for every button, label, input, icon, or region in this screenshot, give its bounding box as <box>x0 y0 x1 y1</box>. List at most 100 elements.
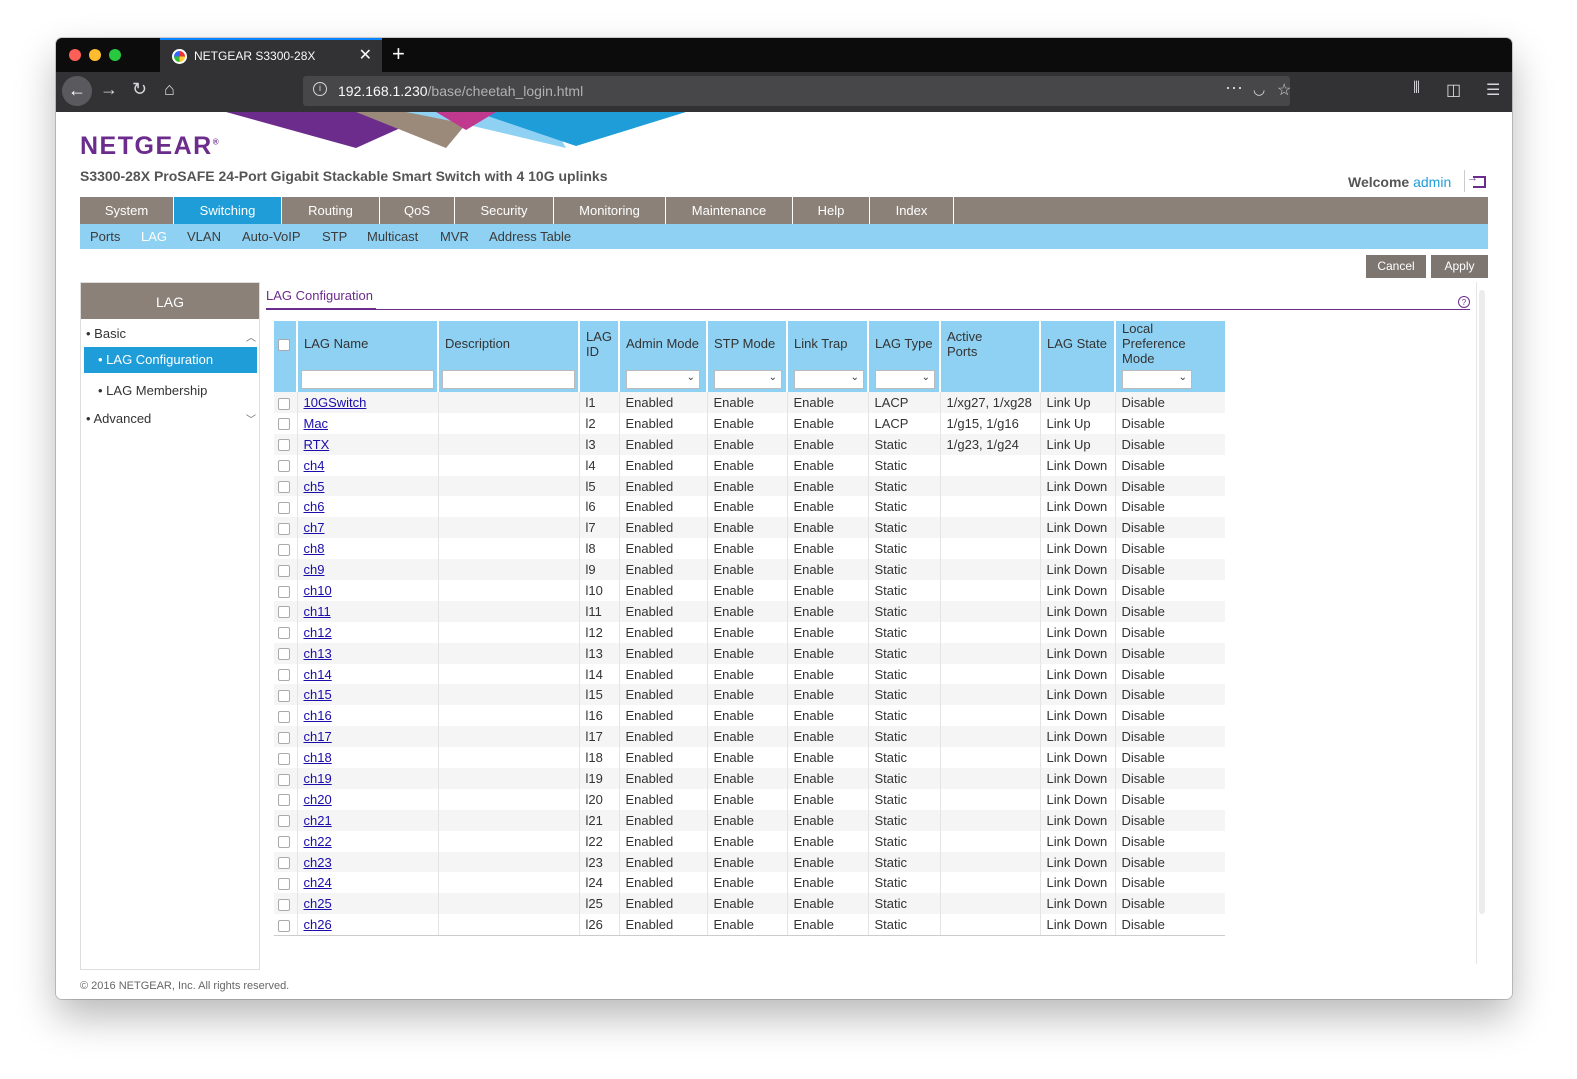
table-row[interactable]: RTX l3 Enabled Enable Enable Static 1/g23, 1/g… <box>274 433 1226 455</box>
header-lag-id[interactable]: LAG ID <box>579 321 621 366</box>
submenu-lag[interactable]: LAG <box>141 229 167 244</box>
row-select-checkbox[interactable] <box>278 898 290 911</box>
row-select-checkbox[interactable] <box>278 564 290 577</box>
row-select-checkbox[interactable] <box>278 773 290 786</box>
maximize-window-button[interactable] <box>109 49 121 61</box>
table-row[interactable]: ch8 l8 Enabled Enable Enable Static Link Down D… <box>274 538 1225 560</box>
lag-name-link[interactable]: ch17 <box>304 729 332 744</box>
menu-qos[interactable]: QoS <box>380 197 455 224</box>
table-row[interactable]: ch10 l10 Enabled Enable Enable Static Link Dow… <box>274 580 1225 601</box>
submenu-address-table[interactable]: Address Table <box>489 229 571 244</box>
lag-name-link[interactable]: ch25 <box>304 896 332 911</box>
table-row[interactable]: 10GSwitch l1 Enabled Enable Enable LACP 1/xg27… <box>274 392 1226 413</box>
submenu-vlan[interactable]: VLAN <box>187 229 221 244</box>
menu-icon[interactable]: ☰ <box>1486 80 1500 100</box>
minimize-window-button[interactable] <box>89 49 101 61</box>
row-select-checkbox[interactable] <box>278 710 290 723</box>
library-icon[interactable]: ⦀ <box>1413 80 1420 98</box>
menu-maintenance[interactable]: Maintenance <box>666 197 793 224</box>
table-row[interactable]: ch16 l16 Enabled Enable Enable Static Link Dow… <box>274 705 1225 727</box>
row-select-checkbox[interactable] <box>278 877 290 890</box>
lag-name-link[interactable]: ch11 <box>304 604 331 619</box>
row-select-checkbox[interactable] <box>278 752 290 765</box>
submenu-auto-voip[interactable]: Auto-VoIP <box>242 229 301 244</box>
menu-help[interactable]: Help <box>793 197 870 224</box>
row-select-checkbox[interactable] <box>278 815 290 828</box>
filter-stp-mode-select[interactable]: ⌄ <box>714 369 783 389</box>
menu-switching[interactable]: Switching <box>174 197 282 224</box>
header-stp-mode[interactable]: STP Mode <box>707 321 789 366</box>
sidebar-icon[interactable]: ◫ <box>1446 80 1461 100</box>
menu-security[interactable]: Security <box>455 197 554 224</box>
reload-icon[interactable]: ↻ <box>132 79 147 100</box>
lag-name-link[interactable]: ch8 <box>304 541 325 556</box>
chevron-down-icon[interactable]: ﹀ <box>246 411 256 426</box>
submenu-stp[interactable]: STP <box>322 229 347 244</box>
row-select-checkbox[interactable] <box>278 857 290 870</box>
header-local-preference-mode[interactable]: Local Preference Mode <box>1115 321 1226 366</box>
filter-description-input[interactable] <box>442 369 575 389</box>
row-select-checkbox[interactable] <box>278 919 290 932</box>
scrollbar-thumb[interactable] <box>1479 290 1485 914</box>
row-select-checkbox[interactable] <box>278 689 290 702</box>
row-select-checkbox[interactable] <box>278 731 290 744</box>
bookmark-star-icon[interactable]: ☆ <box>1277 80 1291 100</box>
more-icon[interactable]: ⋯ <box>1225 78 1243 99</box>
lag-name-link[interactable]: 10GSwitch <box>304 395 367 410</box>
menu-monitoring[interactable]: Monitoring <box>554 197 666 224</box>
lag-name-link[interactable]: ch20 <box>304 792 332 807</box>
lag-name-link[interactable]: ch22 <box>304 834 332 849</box>
table-row[interactable]: Mac l2 Enabled Enable Enable LACP 1/g15, 1/g16… <box>274 412 1225 434</box>
url-text[interactable]: 192.168.1.230/base/cheetah_login.html <box>338 83 583 99</box>
table-row[interactable]: ch6 l6 Enabled Enable Enable Static Link Down D… <box>274 496 1225 518</box>
table-row[interactable]: ch11 l11 Enabled Enable Enable Static Link Dow… <box>274 600 1226 622</box>
menu-routing[interactable]: Routing <box>282 197 380 224</box>
lag-name-link[interactable]: ch18 <box>304 750 332 765</box>
lag-name-link[interactable]: ch21 <box>304 813 332 828</box>
lag-name-link[interactable]: ch4 <box>304 458 325 473</box>
help-icon[interactable]: ? <box>1458 296 1470 308</box>
lag-name-link[interactable]: ch9 <box>304 562 325 577</box>
sidebar-item-lag-configuration[interactable]: • LAG Configuration <box>84 347 257 373</box>
row-select-checkbox[interactable] <box>278 543 290 556</box>
table-row[interactable]: ch13 l13 Enabled Enable Enable Static Link Dow… <box>274 642 1226 664</box>
info-icon[interactable]: i <box>313 82 327 96</box>
table-row[interactable]: ch22 l22 Enabled Enable Enable Static Link Dow… <box>274 830 1225 852</box>
lag-name-link[interactable]: ch12 <box>304 625 332 640</box>
filter-lag-type-select[interactable]: ⌄ <box>875 369 936 389</box>
cancel-button[interactable]: Cancel <box>1366 255 1426 278</box>
lag-name-link[interactable]: ch15 <box>304 687 332 702</box>
lag-name-link[interactable]: ch10 <box>304 583 332 598</box>
sidebar-advanced[interactable]: • Advanced <box>86 411 151 426</box>
close-window-button[interactable] <box>69 49 81 61</box>
table-row[interactable]: ch20 l20 Enabled Enable Enable Static Link Dow… <box>274 788 1225 810</box>
row-select-checkbox[interactable] <box>278 501 290 514</box>
header-lag-type[interactable]: LAG Type <box>868 321 942 366</box>
filter-link-trap-select[interactable]: ⌄ <box>794 369 865 389</box>
lag-name-link[interactable]: ch6 <box>304 499 325 514</box>
menu-index[interactable]: Index <box>870 197 954 224</box>
row-select-checkbox[interactable] <box>278 585 290 598</box>
table-row[interactable]: ch21 l21 Enabled Enable Enable Static Link Dow… <box>274 809 1226 831</box>
lag-name-link[interactable]: ch7 <box>304 520 325 535</box>
table-row[interactable]: ch12 l12 Enabled Enable Enable Static Link Dow… <box>274 621 1225 643</box>
table-row[interactable]: ch15 l15 Enabled Enable Enable Static Link Dow… <box>274 684 1226 706</box>
logout-button[interactable]: → <box>1464 170 1488 192</box>
filter-local-pref-select[interactable]: ⌄ <box>1122 369 1193 389</box>
row-select-checkbox[interactable] <box>278 836 290 849</box>
row-select-checkbox[interactable] <box>278 627 290 640</box>
forward-icon[interactable]: → <box>100 79 118 100</box>
header-active-ports[interactable]: Active Ports <box>940 321 1042 366</box>
sidebar-item-lag-membership[interactable]: • LAG Membership <box>98 383 207 398</box>
chevron-up-icon[interactable]: ︿ <box>246 329 256 344</box>
table-row[interactable]: ch7 l7 Enabled Enable Enable Static Link Down D… <box>274 517 1226 539</box>
row-select-checkbox[interactable] <box>278 522 290 535</box>
menu-system[interactable]: System <box>80 197 174 224</box>
row-select-checkbox[interactable] <box>278 669 290 682</box>
table-row[interactable]: ch14 l14 Enabled Enable Enable Static Link Dow… <box>274 663 1225 685</box>
header-description[interactable]: Description <box>438 321 580 366</box>
lag-name-link[interactable]: ch26 <box>304 917 332 932</box>
row-select-checkbox[interactable] <box>278 648 290 661</box>
submenu-multicast[interactable]: Multicast <box>367 229 418 244</box>
lag-name-link[interactable]: ch16 <box>304 708 332 723</box>
